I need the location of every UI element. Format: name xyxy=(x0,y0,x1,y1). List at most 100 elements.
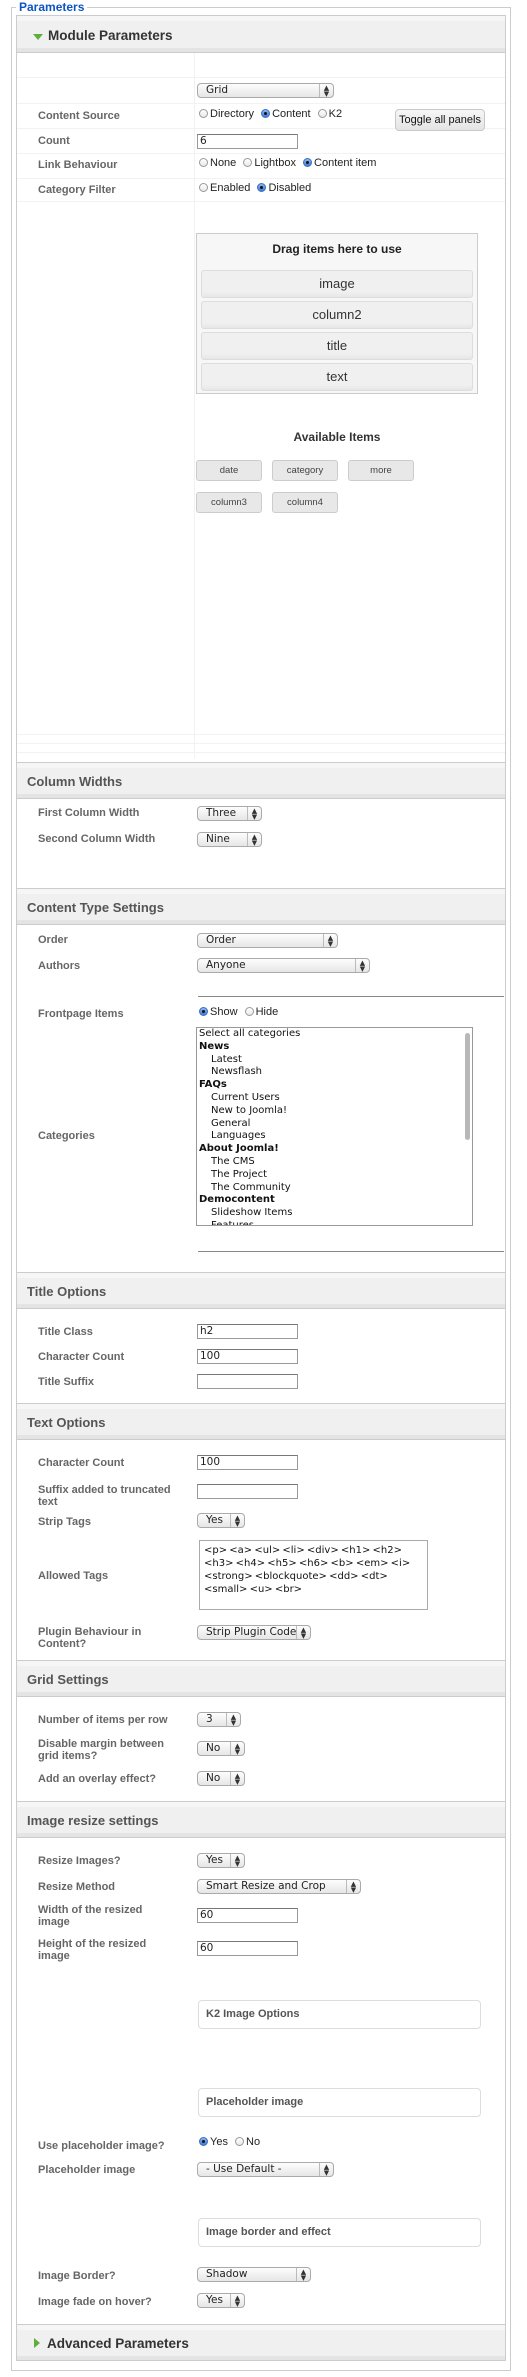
resize-width-input[interactable]: 60 xyxy=(197,1908,298,1923)
radio-lightbox[interactable] xyxy=(243,158,253,167)
resize-height-label: Height of the resized image xyxy=(38,1938,147,1962)
available-item[interactable]: date xyxy=(196,460,262,481)
title-char-count-input[interactable]: 100 xyxy=(197,1349,298,1364)
overlay-effect-label: Add an overlay effect? xyxy=(38,1773,156,1785)
second-column-width-label: Second Column Width xyxy=(38,833,156,845)
radio-show[interactable] xyxy=(199,1007,208,1016)
title-suffix-input[interactable] xyxy=(197,1374,298,1389)
category-filter-radios: Enabled Disabled xyxy=(199,182,315,194)
strip-tags-select[interactable]: Yes ▲ ▼ xyxy=(197,1513,245,1528)
radio-content[interactable] xyxy=(261,109,271,118)
image-border-effect-box: Image border and effect xyxy=(198,2218,481,2247)
categories-listbox[interactable]: Select all categories News Latest Newsflash… xyxy=(196,1027,473,1226)
image-fade-select[interactable]: Yes ▲ ▼ xyxy=(197,2293,245,2308)
authors-select[interactable]: Anyone ▲ ▼ xyxy=(197,958,370,973)
count-input[interactable]: 6 xyxy=(197,134,298,149)
plugin-behaviour-select[interactable]: Strip Plugin Code ▲ ▼ xyxy=(197,1625,311,1640)
category-option[interactable]: Latest xyxy=(197,1054,472,1067)
title-options-title: Title Options xyxy=(27,1284,107,1299)
module-parameters-header[interactable]: Module Parameters xyxy=(17,15,505,53)
category-option[interactable]: General xyxy=(197,1118,472,1131)
overlay-effect-select[interactable]: No ▲ ▼ xyxy=(197,1771,245,1786)
radio-directory[interactable] xyxy=(199,109,208,118)
plugin-behaviour-label: Plugin Behaviour in Content? xyxy=(38,1626,142,1650)
category-option[interactable]: Democontent xyxy=(197,1194,472,1207)
available-item[interactable]: more xyxy=(348,460,414,481)
collapsed-triangle-icon xyxy=(34,2338,40,2348)
categories-label: Categories xyxy=(38,1130,95,1142)
k2-image-options-box: K2 Image Options xyxy=(198,2000,481,2029)
allowed-tags-label: Allowed Tags xyxy=(38,1570,109,1582)
resize-method-select[interactable]: Smart Resize and Crop ▲ ▼ xyxy=(197,1879,361,1894)
radio-yes[interactable] xyxy=(199,2137,208,2146)
category-option[interactable]: Languages xyxy=(197,1130,472,1143)
resize-height-input[interactable]: 60 xyxy=(197,1941,298,1956)
frontpage-items-radios: Show Hide xyxy=(199,1006,282,1018)
parameters-legend: Parameters xyxy=(16,0,88,14)
select-arrows-icon: ▲ ▼ xyxy=(296,2268,310,2282)
placeholder-image-box: Placeholder image xyxy=(198,2088,481,2117)
radio-content-item[interactable] xyxy=(303,158,313,167)
link-behaviour-label: Link Behaviour xyxy=(38,159,118,171)
row-divider xyxy=(17,201,505,202)
category-option[interactable]: Slideshow Items xyxy=(197,1207,472,1220)
row-divider xyxy=(17,153,505,154)
advanced-parameters-header[interactable]: Advanced Parameters xyxy=(17,2324,505,2361)
first-column-width-select[interactable]: Three ▲ ▼ xyxy=(197,806,262,821)
items-per-row-label: Number of items per row xyxy=(38,1714,168,1726)
placeholder-image-select[interactable]: - Use Default - ▲ ▼ xyxy=(197,2162,334,2177)
expanded-triangle-icon xyxy=(33,34,43,40)
select-arrows-icon: ▲ ▼ xyxy=(230,1772,244,1786)
listbox-scrollbar[interactable] xyxy=(465,1033,470,1140)
category-filter-label: Category Filter xyxy=(38,184,116,196)
available-item[interactable]: category xyxy=(272,460,338,481)
radio-hide[interactable] xyxy=(244,1007,254,1016)
allowed-tags-textarea[interactable]: <p> <a> <ul> <li> <div> <h1> <h2> <h3> <… xyxy=(199,1540,428,1610)
column-separator xyxy=(194,53,195,758)
radio-no[interactable] xyxy=(235,2137,245,2146)
category-option[interactable]: News xyxy=(197,1041,472,1054)
category-option[interactable]: Select all categories xyxy=(197,1028,472,1041)
available-item[interactable]: column3 xyxy=(196,492,262,513)
grid-settings-title: Grid Settings xyxy=(27,1672,109,1687)
category-option[interactable]: Newsflash xyxy=(197,1066,472,1079)
radio-disabled[interactable] xyxy=(257,183,267,192)
select-arrows-icon: ▲ ▼ xyxy=(355,959,369,973)
layout-select[interactable]: Grid ▲ ▼ xyxy=(197,83,334,98)
select-arrows-icon: ▲ ▼ xyxy=(230,1514,244,1528)
truncate-suffix-input[interactable] xyxy=(197,1484,298,1499)
category-option[interactable]: Current Users xyxy=(197,1092,472,1105)
radio-none[interactable] xyxy=(199,158,208,167)
order-select[interactable]: Order ▲ ▼ xyxy=(197,933,338,948)
available-item[interactable]: column4 xyxy=(272,492,338,513)
resize-images-select[interactable]: Yes ▲ ▼ xyxy=(197,1853,245,1868)
toggle-all-panels-button[interactable]: Toggle all panels xyxy=(395,109,485,131)
layout-item[interactable]: column2 xyxy=(201,301,473,329)
select-arrows-icon: ▲ ▼ xyxy=(319,84,333,98)
image-border-select[interactable]: Shadow ▲ ▼ xyxy=(197,2267,311,2282)
title-class-input[interactable]: h2 xyxy=(197,1324,298,1339)
drag-drop-zone[interactable]: Drag items here to use image column2 tit… xyxy=(196,233,478,394)
disable-margin-select[interactable]: No ▲ ▼ xyxy=(197,1741,245,1756)
content-source-radios: Directory Content K2 xyxy=(199,108,346,120)
category-option[interactable]: FAQs xyxy=(197,1079,472,1092)
items-per-row-select[interactable]: 3 ▲ ▼ xyxy=(197,1712,241,1727)
image-border-label: Image Border? xyxy=(38,2270,116,2282)
layout-item[interactable]: text xyxy=(201,363,473,391)
category-option[interactable]: The CMS xyxy=(197,1156,472,1169)
layout-item[interactable]: title xyxy=(201,332,473,360)
category-option[interactable]: New to Joomla! xyxy=(197,1105,472,1118)
layout-item[interactable]: image xyxy=(201,270,473,298)
radio-enabled[interactable] xyxy=(199,183,208,192)
text-char-count-input[interactable]: 100 xyxy=(197,1455,298,1470)
category-option[interactable]: The Project xyxy=(197,1169,472,1182)
category-option[interactable]: Features xyxy=(197,1220,472,1225)
category-option[interactable]: The Community xyxy=(197,1182,472,1195)
divider xyxy=(198,1251,504,1252)
dropzone-heading: Drag items here to use xyxy=(272,242,402,256)
category-option[interactable]: About Joomla! xyxy=(197,1143,472,1156)
resize-images-label: Resize Images? xyxy=(38,1855,121,1867)
text-options-header: Text Options xyxy=(17,1403,505,1440)
second-column-width-select[interactable]: Nine ▲ ▼ xyxy=(197,832,262,847)
radio-k2[interactable] xyxy=(317,109,327,118)
